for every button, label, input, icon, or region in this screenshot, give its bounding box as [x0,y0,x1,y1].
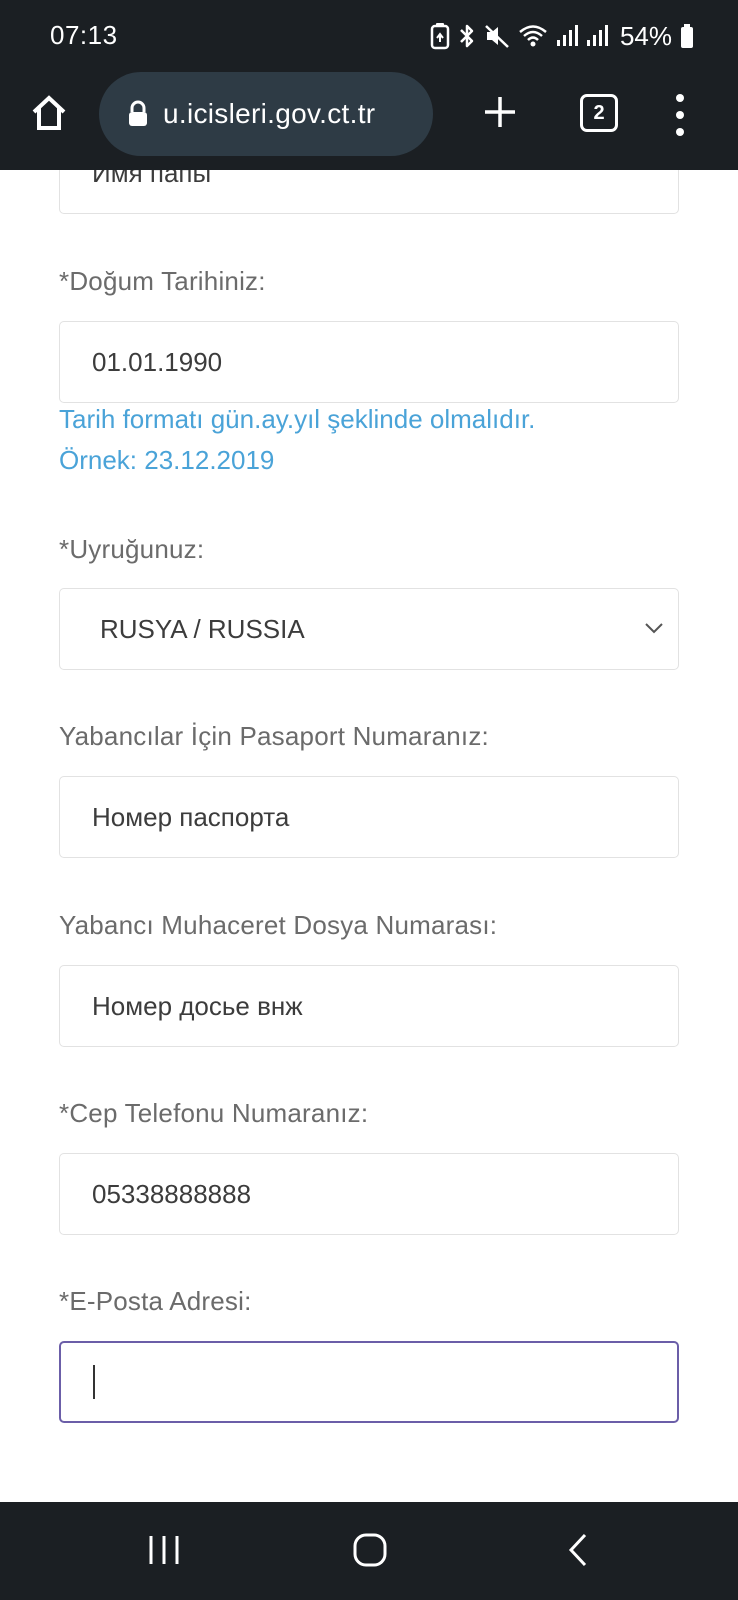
battery-saver-icon [430,22,450,50]
phone-value: 05338888888 [92,1178,252,1209]
battery-icon [680,23,694,49]
nationality-selected: RUSYA / RUSSIA [100,613,305,644]
wifi-icon [518,22,548,50]
signal-icon [556,22,578,50]
bluetooth-icon [458,22,476,50]
migration-file-value: Номер досье внж [92,990,303,1021]
status-bar: 07:13 54% [0,0,738,70]
more-menu-button[interactable] [666,90,694,140]
back-button[interactable] [556,1530,600,1574]
tab-count: 2 [593,101,605,124]
browser-toolbar: u.icisleri.gov.ct.tr 2 [0,70,738,170]
chevron-down-icon [644,621,664,635]
more-menu-icon [676,94,684,102]
recent-apps-button[interactable] [142,1530,186,1574]
page-content[interactable]: Имя папы *Doğum Tarihiniz: 01.01.1990 Ta… [0,170,738,1502]
nationality-select[interactable]: RUSYA / RUSSIA [59,588,679,670]
father-name-input[interactable]: Имя папы [59,170,679,214]
phone-label: *Cep Telefonu Numaranız: [59,1098,369,1128]
date-format-hint: Tarih formatı gün.ay.yıl şeklinde olmalı… [59,399,699,481]
mute-icon [484,22,510,50]
phone-input[interactable]: 05338888888 [59,1153,679,1235]
back-icon [565,1532,591,1573]
system-nav-bar [0,1502,738,1600]
father-name-value: Имя папы [92,170,212,188]
passport-input[interactable]: Номер паспорта [59,776,679,858]
address-bar[interactable]: u.icisleri.gov.ct.tr [99,72,433,156]
date-format-hint-line1: Tarih formatı gün.ay.yıl şeklinde olmalı… [59,404,536,434]
home-icon [30,94,68,137]
migration-file-input[interactable]: Номер досье внж [59,965,679,1047]
birth-date-input[interactable]: 01.01.1990 [59,321,679,403]
birth-date-value: 01.01.1990 [92,346,223,377]
signal-icon [586,22,608,50]
birth-date-label: *Doğum Tarihiniz: [59,266,266,296]
status-time: 07:13 [50,20,118,50]
migration-file-label: Yabancı Muhaceret Dosya Numarası: [59,910,498,940]
home-nav-icon [352,1532,388,1573]
home-button[interactable] [26,92,72,138]
tab-switcher-button[interactable]: 2 [580,94,618,132]
home-nav-button[interactable] [348,1530,392,1574]
plus-icon [483,95,517,134]
text-cursor [93,1365,95,1399]
passport-label: Yabancılar İçin Pasaport Numaranız: [59,721,489,751]
passport-value: Номер паспорта [92,801,290,832]
lock-icon [127,100,149,128]
nationality-label: *Uyruğunuz: [59,534,205,564]
recent-apps-icon [146,1533,182,1572]
email-label: *E-Posta Adresi: [59,1286,252,1316]
new-tab-button[interactable] [478,92,522,136]
battery-percent: 54% [619,20,672,51]
date-format-hint-line2: Örnek: 23.12.2019 [59,445,275,475]
email-input[interactable] [59,1341,679,1423]
status-icons: 54% [430,20,694,52]
url-text: u.icisleri.gov.ct.tr [163,98,376,129]
